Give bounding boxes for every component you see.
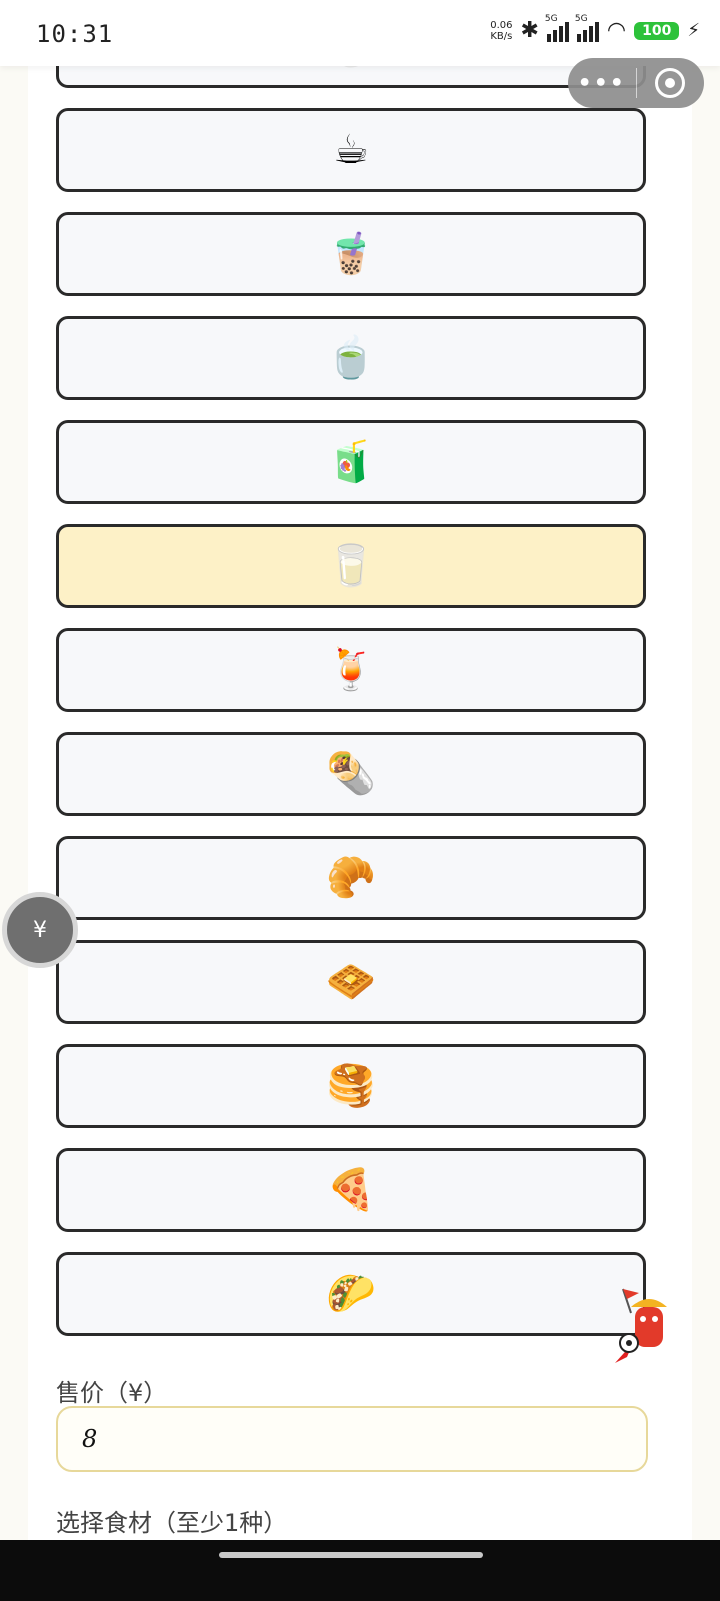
price-input[interactable] <box>56 1406 648 1472</box>
icon-option-card[interactable]: ☕ <box>56 108 646 192</box>
icon-option-card[interactable]: 🥛 <box>56 524 646 608</box>
target-circle-icon <box>655 68 686 98</box>
price-label: 售价（¥） <box>56 1379 168 1407</box>
network-speed-unit: KB/s <box>490 30 513 42</box>
icon-option-card[interactable]: 🍕 <box>56 1148 646 1232</box>
status-indicators: 0.06 KB/s ✱ 5G 5G ◠ 100 ⚡ <box>490 14 700 44</box>
charging-bolt-icon: ⚡ <box>687 20 700 41</box>
bluetooth-icon: ✱ <box>520 18 539 43</box>
tropical-drink-icon: 🍹 <box>326 647 376 693</box>
ingredients-label: 选择食材（至少1种） <box>56 1509 288 1537</box>
signal-strength-2-icon: 5G <box>575 14 599 42</box>
yen-cart-icon: ¥ <box>33 917 47 943</box>
icon-option-card[interactable]: 🌮 <box>56 1252 646 1336</box>
wifi-icon: ◠ <box>606 18 627 43</box>
network-speed: 0.06 KB/s <box>490 20 512 42</box>
burrito-icon: 🌯 <box>326 751 376 797</box>
juice-box-icon: 🧃 <box>326 439 376 485</box>
waffle-icon: 🧇 <box>326 959 376 1005</box>
pancakes-icon: 🥞 <box>326 1063 376 1109</box>
signal-1-label: 5G <box>544 13 558 24</box>
system-navigation-bar <box>0 1540 720 1601</box>
icon-option-card[interactable]: 🥐 <box>56 836 646 920</box>
mascot-sticker[interactable] <box>605 1285 690 1365</box>
more-dots-icon: ••• <box>577 70 626 96</box>
icon-option-card[interactable]: 🍵 <box>56 316 646 400</box>
matcha-tea-icon: 🍵 <box>326 335 376 381</box>
signal-strength-1-icon: 5G <box>545 14 569 42</box>
icon-option-card[interactable]: 🧋 <box>56 212 646 296</box>
status-bar: 10:31 0.06 KB/s ✱ 5G 5G ◠ 100 ⚡ <box>0 0 720 66</box>
more-options-button[interactable]: ••• <box>568 71 636 96</box>
close-miniprogram-button[interactable] <box>637 68 705 98</box>
battery-indicator: 100 <box>634 21 680 40</box>
floating-assistant-button[interactable]: ¥ <box>2 892 78 968</box>
icon-option-card[interactable]: 🍹 <box>56 628 646 712</box>
network-speed-value: 0.06 <box>490 19 513 31</box>
croissant-icon: 🥐 <box>326 855 376 901</box>
icon-option-card[interactable]: 🥞 <box>56 1044 646 1128</box>
status-time: 10:31 <box>36 20 114 48</box>
home-indicator[interactable] <box>219 1552 483 1558</box>
bubble-tea-icon: 🧋 <box>326 231 376 277</box>
taco-icon: 🌮 <box>326 1271 376 1317</box>
icon-option-card[interactable]: 🌯 <box>56 732 646 816</box>
pizza-icon: 🍕 <box>326 1167 376 1213</box>
icon-option-card[interactable]: 🧃 <box>56 420 646 504</box>
milk-glass-icon: 🥛 <box>326 543 376 589</box>
coffee-cup-icon: ☕ <box>333 127 369 173</box>
signal-2-label: 5G <box>574 13 588 24</box>
miniprogram-capsule: ••• <box>568 58 704 108</box>
icon-option-card[interactable]: 🧇 <box>56 940 646 1024</box>
